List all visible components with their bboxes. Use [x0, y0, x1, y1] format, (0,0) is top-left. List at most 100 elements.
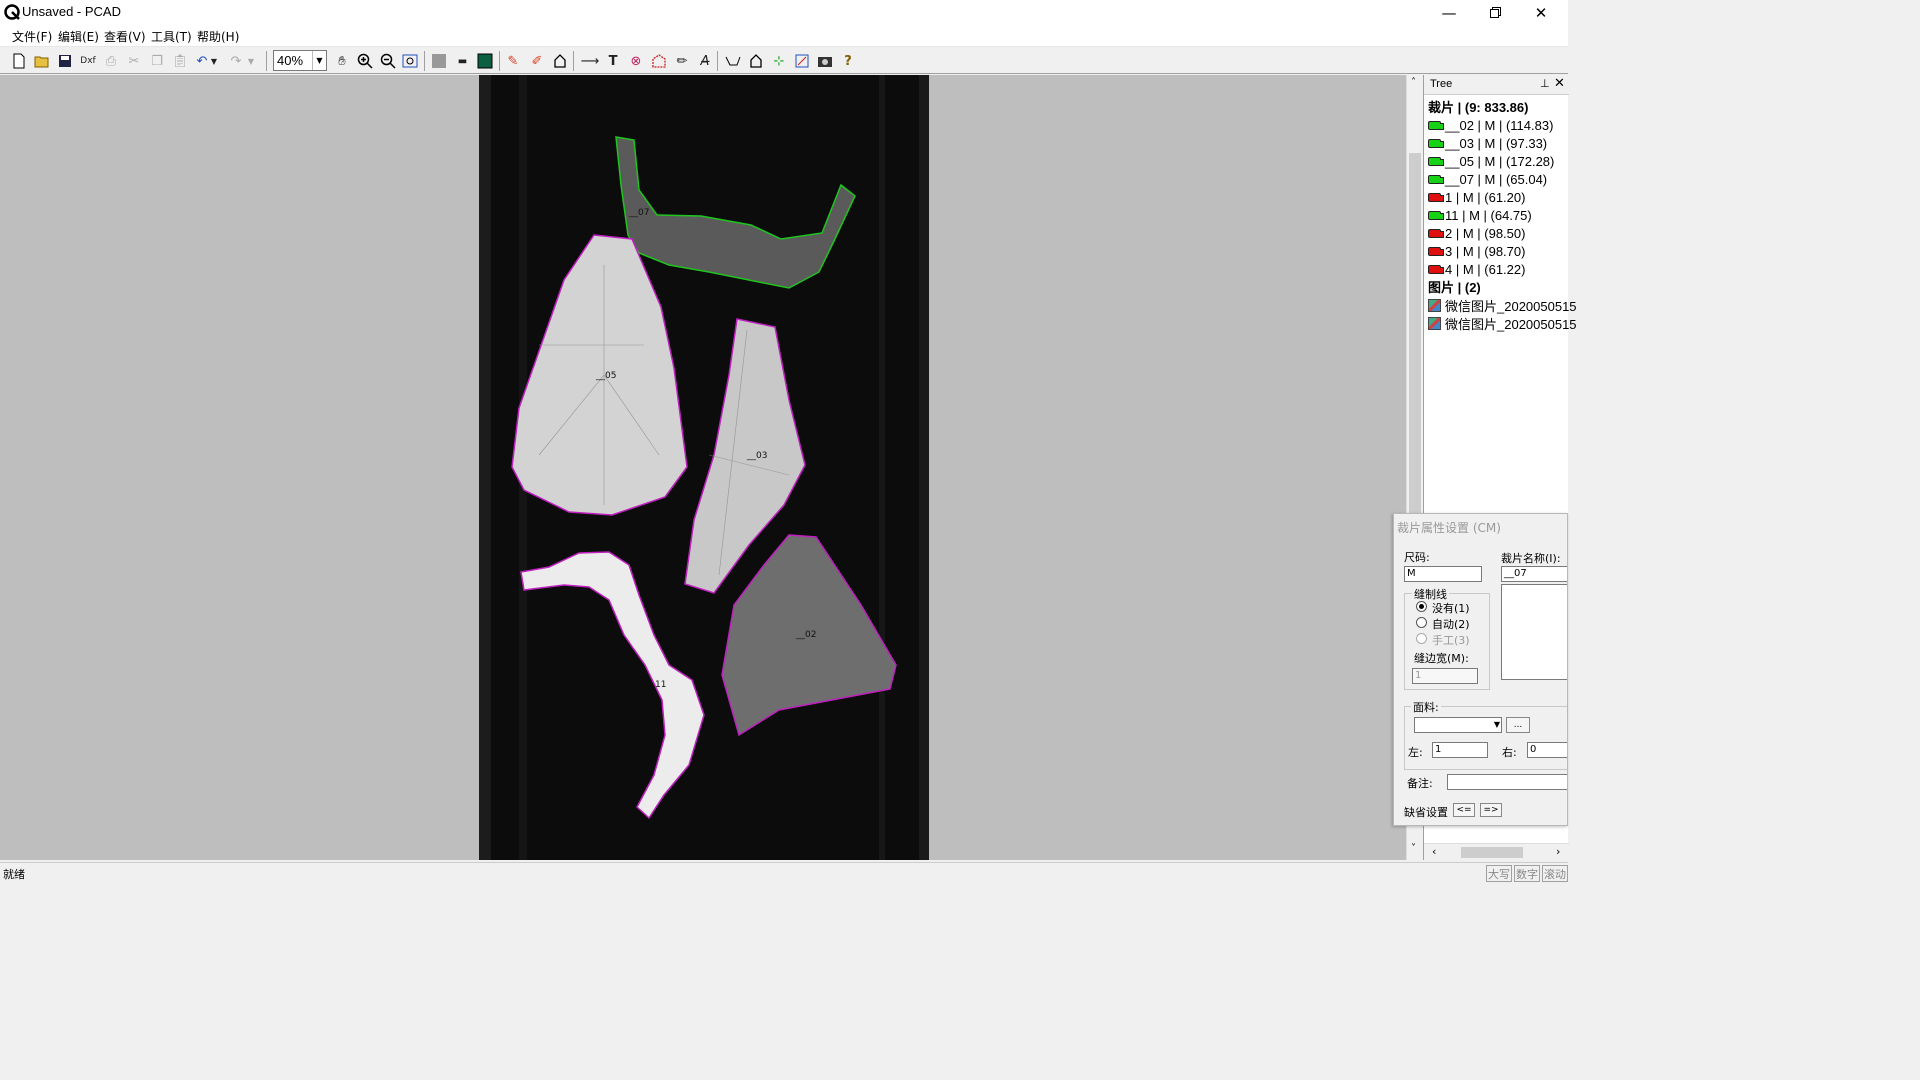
fabric-browse-button[interactable]: ...: [1506, 717, 1530, 733]
draw-tool-button[interactable]: ✎: [503, 51, 523, 71]
polygon-icon: [554, 54, 566, 68]
scanned-image[interactable]: __07 __05 __03 __02 11: [479, 75, 929, 860]
pencil-button[interactable]: ✏︎: [672, 51, 692, 71]
tree-piece-item[interactable]: 11 | M | (64.75): [1428, 206, 1532, 224]
drawing-canvas[interactable]: __07 __05 __03 __02 11: [0, 75, 1406, 860]
right-input[interactable]: 0: [1527, 742, 1567, 758]
size-input[interactable]: M: [1404, 566, 1482, 582]
minimize-button[interactable]: —: [1426, 0, 1472, 25]
chevron-right-icon[interactable]: ›: [1556, 845, 1560, 858]
measure-button[interactable]: [792, 51, 812, 71]
auto-trace-button[interactable]: [649, 51, 669, 71]
tree-piece-item[interactable]: 3 | M | (98.70): [1428, 242, 1525, 260]
axis-button[interactable]: ⊹: [769, 51, 789, 71]
tree-piece-item[interactable]: 4 | M | (61.22): [1428, 260, 1525, 278]
piece-name-label: 裁片名称(I):: [1501, 552, 1561, 565]
zoom-select[interactable]: 40% ▼: [273, 50, 327, 71]
close-icon[interactable]: ✕: [1554, 76, 1565, 91]
seam-auto-radio[interactable]: [1416, 617, 1427, 628]
pin-icon[interactable]: ⊥: [1540, 77, 1550, 90]
tree-group-label: 图片 | (2): [1428, 279, 1481, 295]
note-input[interactable]: [1447, 774, 1567, 790]
paste-button[interactable]: 📋︎: [170, 51, 190, 71]
tree-piece-item[interactable]: __07 | M | (65.04): [1428, 170, 1547, 188]
tree-piece-item[interactable]: 1 | M | (61.20): [1428, 188, 1525, 206]
tree-piece-item[interactable]: 2 | M | (98.50): [1428, 224, 1525, 242]
left-input[interactable]: 1: [1432, 742, 1488, 758]
tree-piece-item[interactable]: __05 | M | (172.28): [1428, 152, 1554, 170]
ruler-button[interactable]: ▬: [452, 51, 472, 71]
text-edit-button[interactable]: A̶: [695, 51, 715, 71]
save-icon: [59, 55, 71, 67]
fill-toggle-button[interactable]: [429, 51, 449, 71]
scroll-thumb[interactable]: [1409, 153, 1421, 513]
hand-icon: ✋︎: [338, 53, 346, 69]
piece-name-list[interactable]: [1501, 584, 1567, 680]
camera-button[interactable]: [815, 51, 835, 71]
tree-group-images[interactable]: 图片 | (2): [1428, 277, 1481, 295]
zoom-in-button[interactable]: [355, 51, 375, 71]
chevron-left-icon[interactable]: ‹: [1432, 845, 1436, 858]
cut-button[interactable]: ✂: [124, 51, 144, 71]
tree-piece-item[interactable]: __02 | M | (114.83): [1428, 116, 1553, 134]
zoom-value: 40%: [277, 53, 304, 68]
zoom-fit-button[interactable]: [400, 51, 420, 71]
scroll-thumb[interactable]: [1461, 847, 1523, 858]
text-tool-button[interactable]: T: [603, 51, 623, 71]
shape-button[interactable]: [746, 51, 766, 71]
export-dxf-button[interactable]: Dxf: [78, 51, 98, 71]
zoom-out-button[interactable]: [378, 51, 398, 71]
restore-button[interactable]: [1472, 0, 1518, 25]
tree-piece-label: __02 | M | (114.83): [1445, 117, 1554, 133]
tree-piece-item[interactable]: __03 | M | (97.33): [1428, 134, 1547, 152]
seam-width-label: 缝边宽(M):: [1414, 652, 1469, 665]
polygon-button[interactable]: [550, 51, 570, 71]
new-file-button[interactable]: [9, 51, 29, 71]
seam-manual-radio[interactable]: [1416, 633, 1427, 644]
tree-image-item[interactable]: 微信图片_2020050515: [1428, 296, 1577, 314]
menu-help[interactable]: 帮助(H): [197, 28, 239, 44]
seam-none-radio[interactable]: [1416, 601, 1427, 612]
curve-button[interactable]: [723, 51, 743, 71]
image-icon: [1428, 316, 1441, 330]
close-icon: ✕: [1534, 3, 1548, 22]
tree-group-pieces[interactable]: 裁片 | (9: 833.86): [1428, 97, 1528, 115]
chevron-down-icon: ▼: [247, 56, 255, 66]
undo-dropdown[interactable]: ▼: [208, 51, 220, 71]
restore-icon: [1489, 7, 1501, 18]
menu-tools[interactable]: 工具(T): [151, 28, 192, 44]
redo-dropdown[interactable]: ▼: [245, 51, 257, 71]
mark-point-button[interactable]: ⊗: [626, 51, 646, 71]
edit-point-button[interactable]: ✐: [527, 51, 547, 71]
close-button[interactable]: ✕: [1518, 0, 1564, 25]
scroll-lock-indicator: 滚动: [1542, 865, 1568, 882]
tree-piece-label: 11 | M | (64.75): [1445, 207, 1532, 223]
print-button[interactable]: ⎙: [101, 51, 121, 71]
undo-icon: ↶: [196, 53, 208, 69]
background-image-button[interactable]: [475, 51, 495, 71]
next-piece-button[interactable]: =>: [1480, 803, 1502, 817]
open-file-button[interactable]: [32, 51, 52, 71]
chevron-down-icon[interactable]: ˅: [1411, 843, 1416, 854]
menu-view[interactable]: 查看(V): [104, 28, 146, 44]
help-button[interactable]: ?: [838, 51, 858, 71]
tree-header: Tree ⊥ ✕: [1424, 75, 1569, 95]
menu-file[interactable]: 文件(F): [12, 28, 52, 44]
tree-horizontal-scrollbar[interactable]: ‹ ›: [1424, 843, 1569, 860]
save-button[interactable]: [55, 51, 75, 71]
copy-button[interactable]: ❐: [147, 51, 167, 71]
line-tool-button[interactable]: ⟶: [580, 51, 600, 71]
piece-status-icon: [1428, 264, 1444, 274]
menu-edit[interactable]: 编辑(E): [58, 28, 99, 44]
prev-piece-button[interactable]: <=: [1453, 803, 1475, 817]
redo-button[interactable]: ↷: [226, 51, 246, 71]
piece-name-input[interactable]: __07: [1501, 566, 1567, 582]
redo-icon: ↷: [230, 53, 242, 69]
tree-piece-label: 3 | M | (98.70): [1445, 243, 1526, 259]
seam-width-input[interactable]: 1: [1412, 668, 1478, 684]
fabric-select[interactable]: ▼: [1414, 717, 1502, 733]
toolbar-separator: [499, 51, 500, 71]
chevron-up-icon[interactable]: ˄: [1411, 77, 1416, 88]
tree-image-item[interactable]: 微信图片_2020050515: [1428, 314, 1577, 332]
pan-button[interactable]: ✋︎: [332, 51, 352, 71]
